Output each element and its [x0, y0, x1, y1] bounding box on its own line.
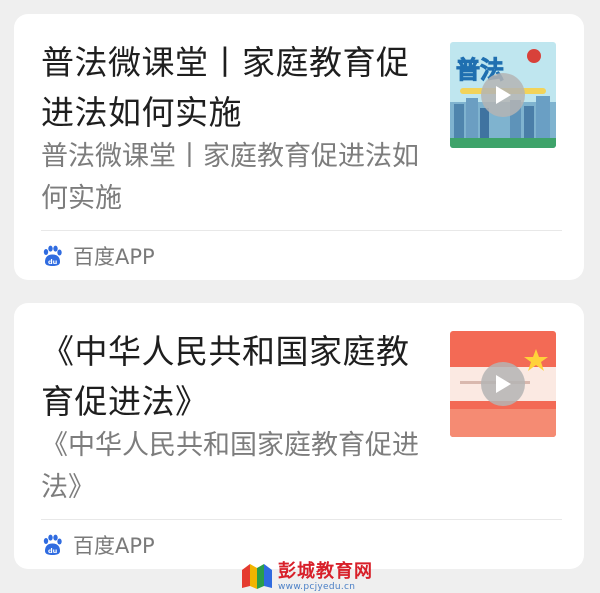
- card-title: 《中华人民共和国家庭教育促进法》: [41, 332, 410, 421]
- card-subtitle: 《中华人民共和国家庭教育促进法》: [41, 430, 419, 503]
- card-title: 普法微课堂丨家庭教育促进法如何实施: [41, 43, 410, 132]
- play-icon: [496, 86, 511, 104]
- play-button[interactable]: [481, 362, 525, 406]
- play-button[interactable]: [481, 73, 525, 117]
- video-card-1[interactable]: 普法微课堂丨家庭教育促进法如何实施 普法微课堂丨家庭教育促进法如何实施 普法 d…: [14, 14, 584, 280]
- divider: [41, 519, 562, 520]
- svg-text:du: du: [48, 547, 58, 555]
- card-subtitle: 普法微课堂丨家庭教育促进法如何实施: [41, 141, 419, 214]
- video-thumbnail[interactable]: [450, 331, 556, 437]
- video-card-2[interactable]: 《中华人民共和国家庭教育促进法》 《中华人民共和国家庭教育促进法》 du 百度A…: [14, 303, 584, 569]
- source-row[interactable]: du 百度APP: [41, 238, 155, 274]
- divider: [41, 230, 562, 231]
- play-icon: [496, 375, 511, 393]
- source-label: 百度APP: [73, 245, 155, 269]
- watermark-brand: 彭城教育网: [278, 561, 373, 582]
- video-thumbnail[interactable]: 普法: [450, 42, 556, 148]
- baidu-paw-icon: du: [43, 534, 62, 555]
- svg-text:du: du: [48, 258, 58, 266]
- books-icon: [242, 564, 272, 589]
- watermark-logo: 彭城教育网 www.pcjyedu.cn: [240, 562, 380, 592]
- source-row[interactable]: du 百度APP: [41, 527, 155, 563]
- source-label: 百度APP: [73, 534, 155, 558]
- watermark-url: www.pcjyedu.cn: [278, 582, 356, 592]
- baidu-paw-icon: du: [43, 245, 62, 266]
